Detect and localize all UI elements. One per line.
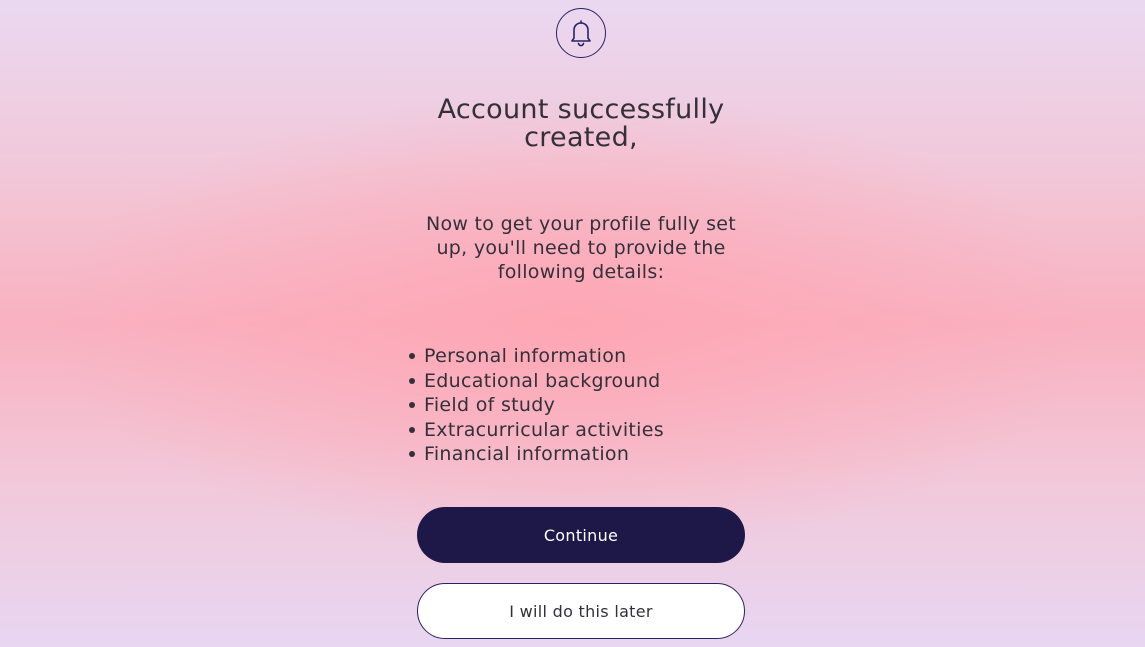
- bullet-icon: [409, 426, 415, 433]
- bullet-icon: [409, 451, 415, 458]
- list-item-label: Field of study: [424, 394, 556, 416]
- list-item: Personal information: [406, 344, 664, 369]
- list-item-label: Financial information: [424, 443, 630, 465]
- bullet-icon: [409, 353, 415, 360]
- bullet-icon: [409, 402, 415, 409]
- list-item-label: Extracurricular activities: [424, 418, 664, 441]
- page-title: Account successfully created,: [437, 94, 725, 153]
- list-item-label: Personal information: [424, 345, 627, 367]
- list-item-label: Educational background: [424, 369, 661, 392]
- intro-text: Now to get your profile fully set up, yo…: [425, 213, 737, 283]
- continue-button[interactable]: Continue: [417, 507, 745, 563]
- list-item: Educational background: [406, 369, 664, 394]
- bullet-icon: [409, 377, 415, 384]
- notification-badge: [556, 8, 606, 58]
- bell-icon: [571, 20, 591, 47]
- do-later-button[interactable]: I will do this later: [417, 583, 745, 639]
- list-item: Field of study: [406, 393, 664, 418]
- details-list: Personal information Educational backgro…: [406, 344, 664, 467]
- list-item: Financial information: [406, 442, 664, 467]
- list-item: Extracurricular activities: [406, 418, 664, 443]
